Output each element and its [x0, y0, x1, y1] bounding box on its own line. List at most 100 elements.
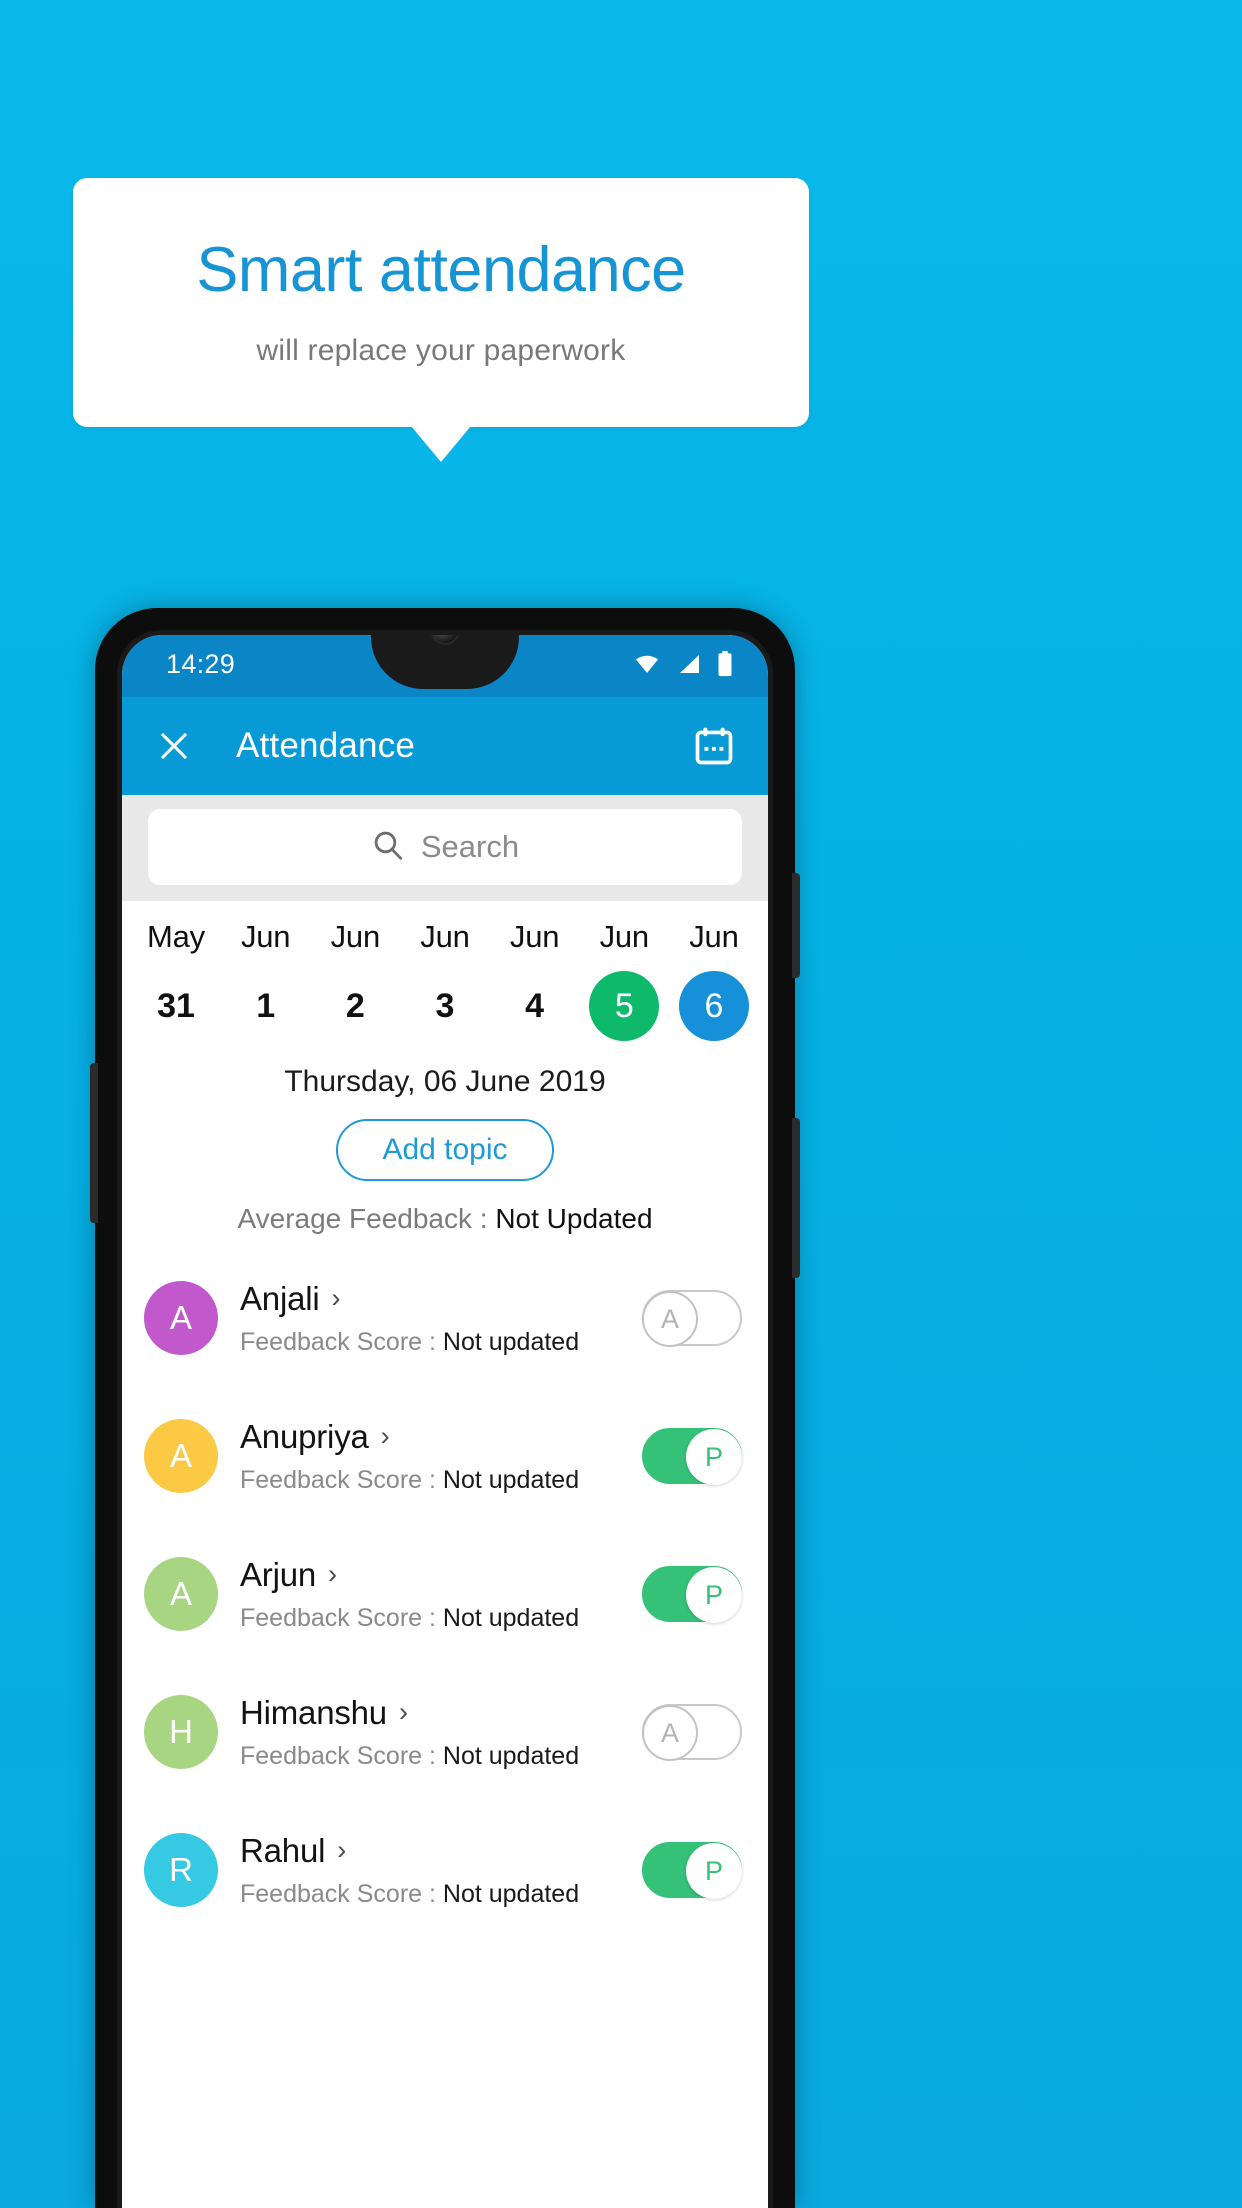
date-cell-jun-5[interactable]: Jun 5 [580, 919, 668, 1041]
date-month-label: May [147, 919, 205, 954]
promo-card-tail [411, 426, 471, 462]
chevron-right-icon[interactable]: › [337, 1837, 346, 1864]
student-name-line[interactable]: Anjali › [240, 1280, 642, 1318]
feedback-score-label: Feedback Score : [240, 1879, 443, 1908]
date-day-label: 31 [157, 986, 195, 1025]
feedback-score-value: Not updated [442, 1465, 580, 1494]
attendance-toggle[interactable]: P [642, 1842, 742, 1899]
student-name: Rahul [240, 1831, 326, 1869]
add-topic-button[interactable]: Add topic [336, 1119, 554, 1181]
student-row[interactable]: A Anupriya › Feedback Score : Not updated P [122, 1387, 768, 1525]
app-bar: Attendance [122, 697, 768, 795]
student-row[interactable]: A Anjali › Feedback Score : Not updated A [122, 1249, 768, 1387]
feedback-score-value: Not updated [442, 1879, 580, 1908]
student-row[interactable]: A Arjun › Feedback Score : Not updated P [122, 1525, 768, 1663]
date-day-label: 2 [345, 986, 365, 1025]
page-title: Attendance [236, 726, 416, 765]
promo-title: Smart attendance [196, 235, 686, 306]
chevron-right-icon[interactable]: › [399, 1699, 408, 1726]
attendance-toggle-knob: A [642, 1291, 698, 1347]
date-cell-jun-1[interactable]: Jun 1 [222, 919, 310, 1041]
status-bar-icons [632, 651, 734, 682]
phone-power-button[interactable] [792, 873, 800, 978]
student-info: Anjali › Feedback Score : Not updated [240, 1280, 642, 1357]
avatar: R [144, 1833, 218, 1907]
promo-subtitle: will replace your paperwork [256, 333, 626, 367]
student-name-line[interactable]: Himanshu › [240, 1694, 642, 1732]
phone-device: 14:29 Attendance Search May 31 Jun 1 Jun… [90, 608, 800, 2208]
attendance-toggle-knob: P [686, 1843, 742, 1899]
date-day-label: 3 [435, 986, 455, 1025]
attendance-toggle-knob: P [686, 1429, 742, 1485]
date-month-label: Jun [240, 919, 291, 954]
phone-volume-button[interactable] [792, 1118, 800, 1278]
student-name-line[interactable]: Arjun › [240, 1556, 642, 1594]
avatar-initial: A [169, 1575, 192, 1612]
search-input[interactable]: Search [148, 809, 742, 885]
front-camera [432, 635, 458, 643]
student-name: Anupriya [240, 1417, 369, 1455]
calendar-icon[interactable] [692, 724, 736, 768]
date-month-label: Jun [420, 919, 470, 954]
avatar: A [144, 1419, 218, 1493]
attendance-toggle-knob: A [642, 1705, 698, 1761]
search-icon [371, 828, 405, 867]
phone-notch [371, 635, 519, 689]
chevron-right-icon[interactable]: › [332, 1285, 341, 1312]
attendance-toggle[interactable]: P [642, 1428, 742, 1485]
student-info: Anupriya › Feedback Score : Not updated [240, 1418, 642, 1495]
date-month-label: Jun [330, 919, 381, 954]
feedback-score-label: Feedback Score : [240, 1327, 443, 1356]
student-name-line[interactable]: Anupriya › [240, 1418, 642, 1456]
feedback-score-value: Not updated [442, 1327, 580, 1356]
chevron-right-icon[interactable]: › [381, 1423, 390, 1450]
date-number-badge: 2 [320, 971, 390, 1041]
feedback-score: Feedback Score : Not updated [240, 1742, 642, 1771]
attendance-toggle[interactable]: A [642, 1290, 742, 1347]
avatar: H [144, 1695, 218, 1769]
date-month-label: Jun [599, 919, 650, 954]
date-month-label: Jun [509, 919, 560, 954]
date-cell-jun-3[interactable]: Jun 3 [401, 919, 489, 1041]
date-month-label: Jun [689, 919, 739, 954]
phone-screen: 14:29 Attendance Search May 31 Jun 1 Jun… [122, 635, 768, 2208]
date-number-badge: 6 [678, 971, 749, 1041]
feedback-score-label: Feedback Score : [240, 1741, 443, 1770]
student-name: Arjun [240, 1555, 317, 1593]
date-strip: May 31 Jun 1 Jun 2 Jun 3 Jun 4 Jun 5 Jun 6 [122, 901, 768, 1049]
student-row[interactable]: H Himanshu › Feedback Score : Not updated A [122, 1663, 768, 1801]
student-name: Anjali [240, 1279, 320, 1317]
wifi-icon [632, 652, 662, 681]
close-icon[interactable] [152, 724, 196, 768]
date-cell-jun-6[interactable]: Jun 6 [670, 919, 758, 1041]
feedback-score: Feedback Score : Not updated [240, 1880, 642, 1909]
attendance-toggle[interactable]: A [642, 1704, 742, 1761]
search-placeholder: Search [420, 829, 520, 864]
date-number-badge: 31 [141, 971, 211, 1041]
student-name-line[interactable]: Rahul › [240, 1832, 642, 1870]
date-cell-may-31[interactable]: May 31 [132, 919, 220, 1041]
date-number-badge: 5 [589, 971, 660, 1041]
status-bar: 14:29 [122, 635, 768, 697]
feedback-score-label: Feedback Score : [240, 1465, 443, 1494]
feedback-score: Feedback Score : Not updated [240, 1466, 642, 1495]
date-day-label: 1 [256, 986, 276, 1025]
student-row[interactable]: R Rahul › Feedback Score : Not updated P [122, 1801, 768, 1939]
attendance-toggle[interactable]: P [642, 1566, 742, 1623]
date-day-label: 4 [525, 986, 545, 1025]
phone-bezel: 14:29 Attendance Search May 31 Jun 1 Jun… [117, 630, 773, 2208]
date-cell-jun-2[interactable]: Jun 2 [311, 919, 399, 1041]
average-feedback-value: Not Updated [495, 1203, 653, 1234]
promo-card: Smart attendance will replace your paper… [73, 178, 809, 427]
date-day-label: 6 [704, 986, 724, 1025]
avatar-initial: A [169, 1437, 192, 1474]
date-cell-jun-4[interactable]: Jun 4 [491, 919, 579, 1041]
chevron-right-icon[interactable]: › [328, 1561, 337, 1588]
phone-left-button[interactable] [90, 1063, 98, 1223]
avatar: A [144, 1281, 218, 1355]
feedback-score-value: Not updated [442, 1603, 580, 1632]
selected-day-header: Thursday, 06 June 2019 [284, 1065, 606, 1098]
avatar-initial: H [169, 1713, 193, 1750]
average-feedback-label: Average Feedback : [237, 1203, 496, 1234]
search-bar-container: Search [122, 795, 768, 901]
